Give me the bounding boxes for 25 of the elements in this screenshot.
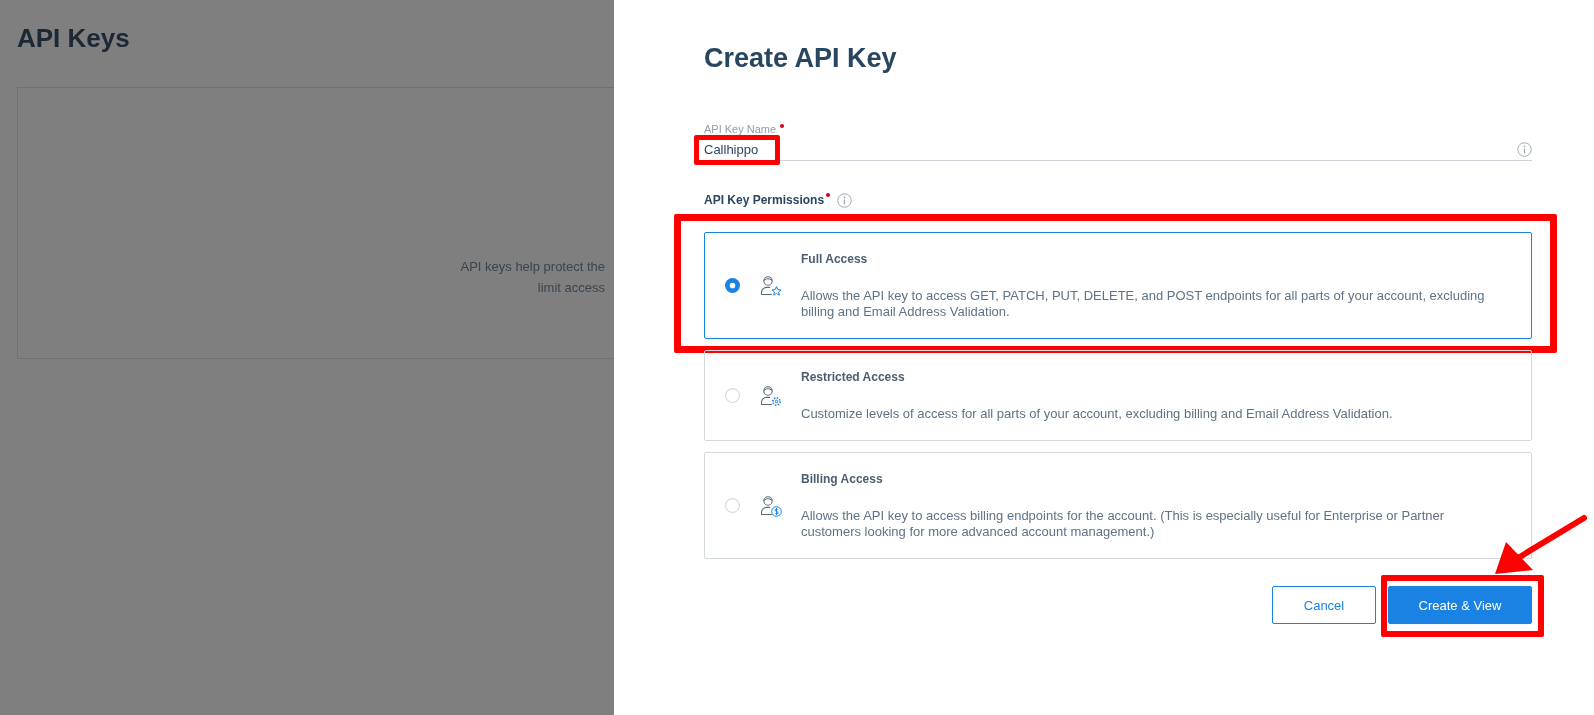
section-label: API Key Permissions [704, 193, 825, 207]
info-icon[interactable] [1517, 142, 1532, 157]
option-title: Billing Access [801, 471, 884, 487]
option-title: Restricted Access [801, 369, 906, 385]
radio-button[interactable] [725, 278, 740, 293]
option-description: Customize levels of access for all parts of your account, excluding billing and Email Address Validation. [801, 406, 1393, 422]
drawer-title: Create API Key [704, 42, 898, 75]
option-description: Allows the API key to access billing endpoints for the account. (This is especially useful for Enterprise or Partner customers looking for more advanced account management.) [801, 508, 1446, 540]
field-label: API Key Name [704, 123, 777, 135]
page-title: API Keys [17, 22, 131, 55]
option-title: Full Access [801, 251, 869, 267]
radio-button[interactable] [725, 498, 740, 513]
permission-option[interactable]: Full Access Allows the API key to access GET, PATCH, PUT, DELETE, and POST endpoints for all parts of your account, excluding billing and Email Address Validation. [704, 232, 1532, 339]
permission-option[interactable]: Billing Access Allows the API key to access billing endpoints for the account. (This is especially useful for Enterprise or Partner customers looking for more advanced account management.) [704, 452, 1532, 559]
action-button[interactable]: Create & View [1388, 586, 1532, 624]
option-description: Allows the API key to access GET, PATCH, PUT, DELETE, and POST endpoints for all parts of your account, excluding billing and Email Address Validation. [801, 288, 1486, 320]
person-dollar-icon [760, 494, 782, 517]
name-input[interactable]: Callhippo [704, 140, 1532, 161]
person-gear-icon [760, 384, 782, 407]
empty-state-text: API keys help protect the limit access [459, 258, 606, 297]
action-button[interactable]: Cancel [1272, 586, 1376, 624]
info-icon[interactable] [837, 192, 853, 208]
permission-option[interactable]: Restricted Access Customize levels of access for all parts of your account, excluding billing and Email Address Validation. [704, 350, 1532, 441]
radio-button[interactable] [725, 388, 740, 403]
person-star-icon [760, 274, 782, 297]
